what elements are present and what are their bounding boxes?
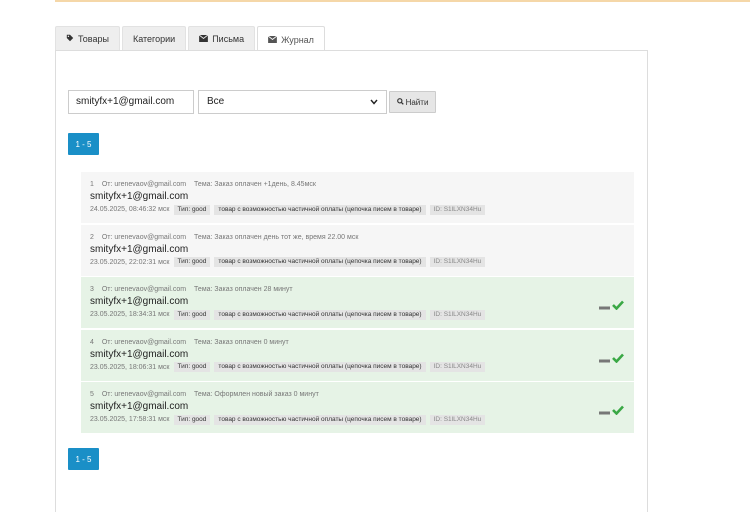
log-from: От: urenevaov@gmail.com	[101, 233, 187, 241]
pagination-bottom[interactable]: 1 - 5	[68, 448, 99, 470]
id-badge: ID: S1lLXN34Hu	[429, 414, 486, 425]
log-date: 23.05.2025, 22:02:31 мск	[90, 258, 170, 266]
log-item[interactable]: 3 От: urenevaov@gmail.com Тема: Заказ оп…	[81, 277, 634, 328]
type-badge: Тип: good	[173, 204, 211, 215]
log-item[interactable]: 4 От: urenevaov@gmail.com Тема: Заказ оп…	[81, 329, 634, 381]
tab-label: Письма	[212, 34, 245, 44]
check-icon	[612, 402, 624, 420]
tab-bar: Товары Категории Письма Журнал	[55, 26, 327, 52]
log-item[interactable]: 5 От: urenevaov@gmail.com Тема: Оформлен…	[81, 382, 634, 433]
log-subject: Тема: Заказ оплачен 28 минут	[194, 286, 293, 293]
paid-status	[599, 402, 624, 420]
search-icon	[396, 97, 404, 107]
log-info: 23.05.2025, 22:02:31 мск Тип: good товар…	[90, 257, 625, 268]
envelope-icon	[267, 28, 278, 52]
log-info: 23.05.2025, 17:58:31 мск Тип: good товар…	[90, 414, 625, 425]
log-number: 2	[90, 233, 94, 241]
tab-label: Категории	[132, 34, 176, 44]
tab-label: Журнал	[281, 34, 314, 45]
paid-status	[599, 350, 624, 368]
envelope-icon	[199, 27, 209, 51]
minus-icon	[599, 402, 610, 420]
product-badge: товар с возможностью частичной оплаты (ц…	[214, 414, 426, 425]
minus-icon	[599, 350, 610, 368]
id-badge: ID: S1lLXN34Hu	[429, 362, 486, 372]
log-item[interactable]: 1 От: urenevaov@gmail.com Тема: Заказ оп…	[81, 172, 634, 223]
check-icon	[612, 297, 624, 315]
search-input[interactable]: smityfx+1@gmail.com	[68, 90, 194, 114]
log-from: От: urenevaov@gmail.com	[101, 391, 187, 398]
log-info: 23.05.2025, 18:06:31 мск Тип: good товар…	[90, 362, 625, 373]
log-subject: Тема: Заказ оплачен +1день, 8.45мск	[194, 181, 316, 188]
log-meta: 3 От: urenevaov@gmail.com Тема: Заказ оп…	[90, 285, 625, 295]
product-badge: товар с возможностью частичной оплаты (ц…	[214, 204, 426, 215]
minus-icon	[599, 297, 610, 315]
tab-journal[interactable]: Журнал	[257, 26, 325, 52]
log-email: smityfx+1@gmail.com	[90, 243, 189, 255]
log-date: 23.05.2025, 18:34:31 мск	[90, 311, 170, 318]
log-item[interactable]: 2 От: urenevaov@gmail.com Тема: Заказ оп…	[81, 224, 634, 276]
type-badge: Тип: good	[173, 362, 211, 372]
log-info: 23.05.2025, 18:34:31 мск Тип: good товар…	[90, 309, 625, 320]
tab-categories[interactable]: Категории	[121, 26, 187, 51]
log-email: smityfx+1@gmail.com	[90, 348, 189, 360]
log-date: 24.05.2025, 08:46:32 мск	[90, 206, 170, 213]
top-accent-line	[55, 0, 750, 2]
find-button-label: Найти	[405, 97, 429, 107]
filter-select[interactable]: Все	[198, 90, 387, 114]
log-list: 1 От: urenevaov@gmail.com Тема: Заказ оп…	[81, 172, 634, 435]
product-badge: товар с возможностью частичной оплаты (ц…	[214, 309, 426, 320]
type-badge: Тип: good	[173, 414, 211, 425]
log-number: 3	[90, 286, 94, 293]
log-email: smityfx+1@gmail.com	[90, 296, 189, 307]
log-subject: Тема: Оформлен новый заказ 0 минут	[194, 391, 319, 398]
log-number: 4	[90, 338, 94, 346]
log-meta: 2 От: urenevaov@gmail.com Тема: Заказ оп…	[90, 233, 625, 243]
log-date: 23.05.2025, 18:06:31 мск	[90, 363, 170, 371]
id-badge: ID: S1lLXN34Hu	[429, 309, 486, 320]
log-number: 1	[90, 181, 94, 188]
find-button[interactable]: Найти	[389, 91, 436, 113]
type-badge: Тип: good	[173, 257, 211, 267]
product-badge: товар с возможностью частичной оплаты (ц…	[214, 257, 426, 267]
id-badge: ID: S1lLXN34Hu	[429, 257, 486, 267]
log-email: smityfx+1@gmail.com	[90, 191, 189, 202]
log-from: От: urenevaov@gmail.com	[101, 338, 187, 346]
log-date: 23.05.2025, 17:58:31 мск	[90, 416, 170, 423]
filter-select-value: Все	[207, 96, 225, 107]
log-subject: Тема: Заказ оплачен 0 минут	[194, 338, 289, 346]
paid-status	[599, 297, 624, 315]
log-meta: 4 От: urenevaov@gmail.com Тема: Заказ оп…	[90, 338, 625, 348]
log-info: 24.05.2025, 08:46:32 мск Тип: good товар…	[90, 204, 625, 215]
type-badge: Тип: good	[173, 309, 211, 320]
chevron-down-icon	[370, 91, 378, 113]
tag-icon	[66, 27, 74, 51]
log-subject: Тема: Заказ оплачен день тот же, время 2…	[194, 233, 359, 241]
log-from: От: urenevaov@gmail.com	[101, 181, 187, 188]
check-icon	[612, 350, 624, 368]
pagination-top[interactable]: 1 - 5	[68, 133, 99, 155]
tab-label: Товары	[78, 34, 109, 44]
product-badge: товар с возможностью частичной оплаты (ц…	[214, 362, 426, 372]
tab-products[interactable]: Товары	[55, 26, 120, 51]
log-meta: 1 От: urenevaov@gmail.com Тема: Заказ оп…	[90, 180, 625, 190]
id-badge: ID: S1lLXN34Hu	[429, 204, 486, 215]
log-email: smityfx+1@gmail.com	[90, 401, 189, 412]
log-meta: 5 От: urenevaov@gmail.com Тема: Оформлен…	[90, 390, 625, 400]
tab-letters[interactable]: Письма	[188, 26, 256, 51]
log-from: От: urenevaov@gmail.com	[101, 286, 187, 293]
log-number: 5	[90, 391, 94, 398]
